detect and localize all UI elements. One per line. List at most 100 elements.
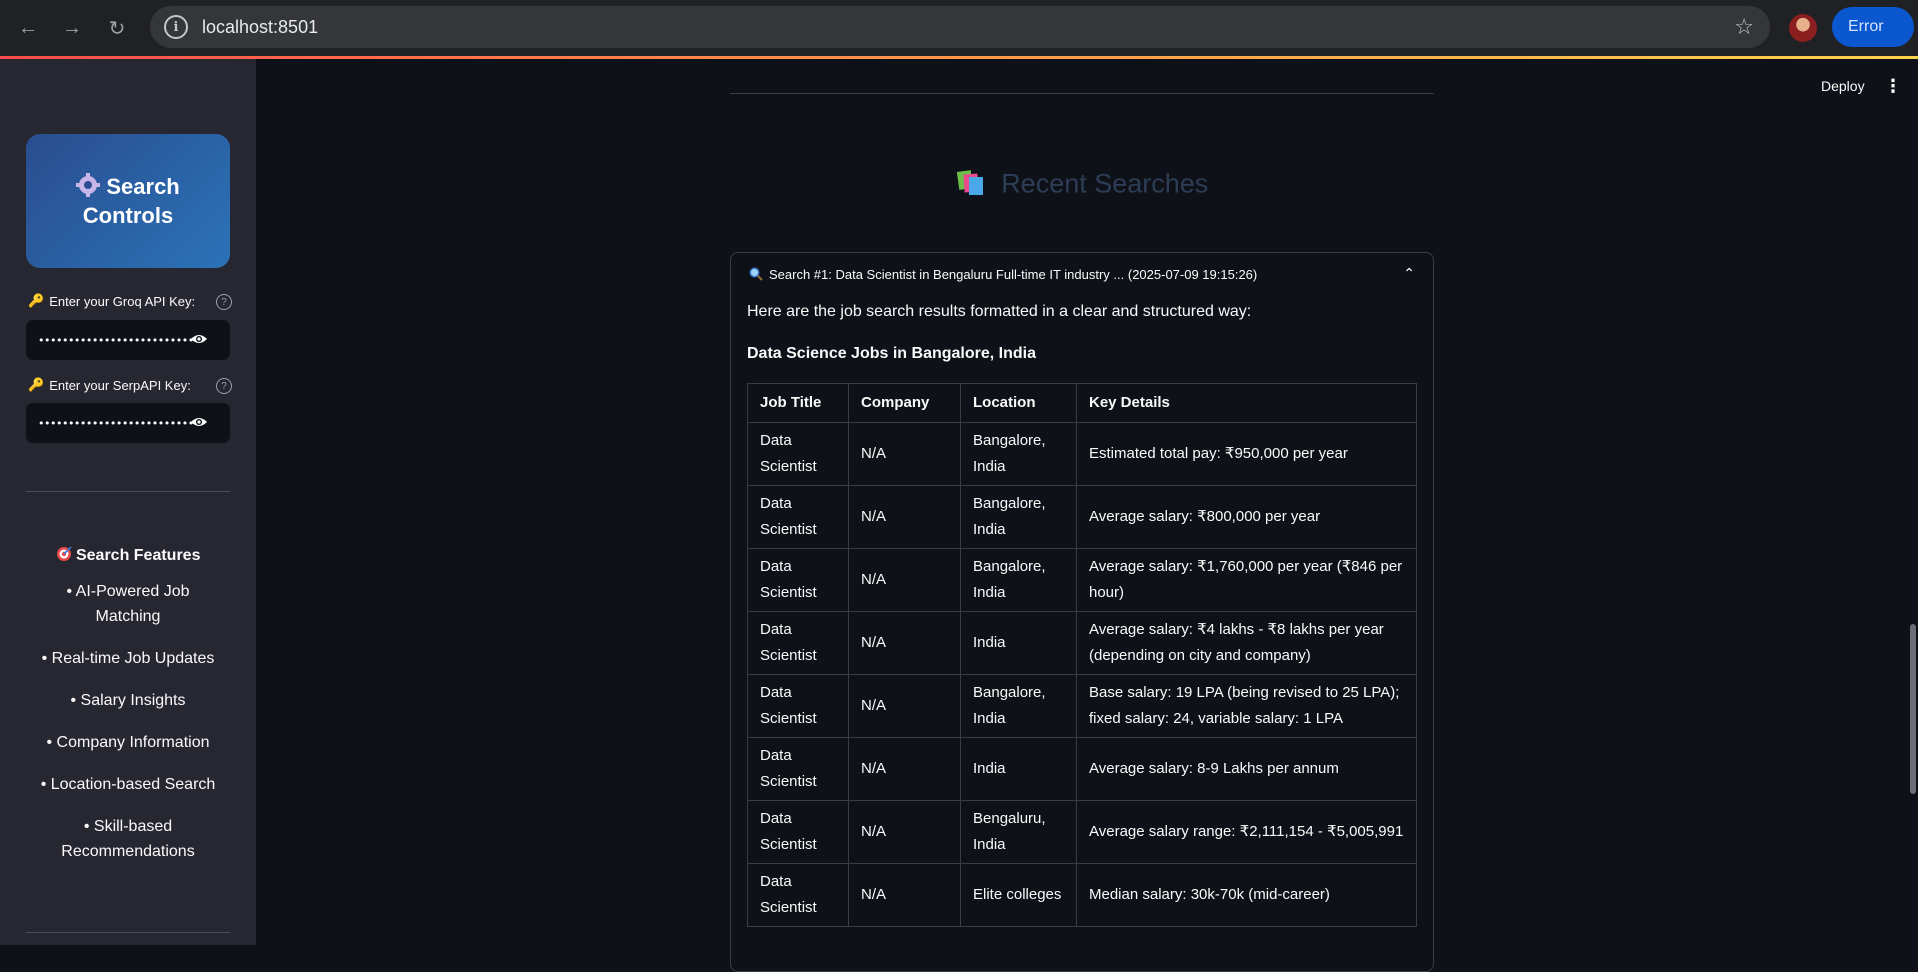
column-header: Key Details	[1076, 383, 1417, 423]
table-row: Data Scientist N/A Bangalore, India Esti…	[747, 422, 1417, 486]
section-divider	[730, 93, 1434, 94]
details-cell: Average salary: ₹1,760,000 per year (₹84…	[1076, 548, 1417, 612]
sidebar-divider	[26, 491, 230, 492]
sidebar-divider	[26, 932, 230, 933]
company-cell: N/A	[848, 737, 961, 801]
groq-key-value[interactable]: ••••••••••••••••••••••••••••	[38, 334, 206, 347]
job-title-cell: Data Scientist	[747, 422, 849, 486]
feature-item: • Company Information	[46, 734, 210, 751]
recent-searches-heading: Recent Searches	[730, 168, 1434, 203]
address-bar[interactable]: i localhost:8501 ☆	[150, 6, 1770, 48]
feature-item: • Real-time Job Updates	[41, 650, 215, 667]
magnifier-icon	[749, 267, 763, 282]
profile-avatar[interactable]	[1789, 14, 1817, 42]
serp-key-label-row: 🔑 Enter your SerpAPI Key: ?	[28, 377, 232, 394]
key-icon: 🔑	[28, 293, 45, 308]
table-row: Data Scientist N/A Elite colleges Median…	[747, 863, 1417, 927]
table-row: Data Scientist N/A India Average salary:…	[747, 611, 1417, 675]
show-password-icon[interactable]	[190, 333, 208, 345]
job-title-cell: Data Scientist	[747, 800, 849, 864]
table-row: Data Scientist N/A India Average salary:…	[747, 737, 1417, 801]
target-icon	[56, 546, 76, 564]
forward-icon[interactable]: →	[58, 14, 86, 42]
location-cell: Bangalore, India	[960, 548, 1077, 612]
details-cell: Average salary range: ₹2,111,154 - ₹5,00…	[1076, 800, 1417, 864]
feature-item: • Salary Insights	[70, 692, 186, 709]
serp-key-input[interactable]: ••••••••••••••••••••••••••••	[26, 403, 230, 443]
company-cell: N/A	[848, 485, 961, 549]
browser-toolbar: ← → ↻ i localhost:8501 ☆ Error	[0, 0, 1918, 56]
column-header: Location	[960, 383, 1077, 423]
company-cell: N/A	[848, 548, 961, 612]
features-title-row: Search Features	[26, 546, 230, 565]
location-cell: Elite colleges	[960, 863, 1077, 927]
bookmark-star-icon[interactable]: ☆	[1734, 14, 1754, 40]
site-info-icon[interactable]: i	[164, 15, 188, 39]
location-cell: Bangalore, India	[960, 485, 1077, 549]
serp-key-value[interactable]: ••••••••••••••••••••••••••••	[38, 417, 206, 430]
company-cell: N/A	[848, 422, 961, 486]
sidebar: Search Controls 🔑 Enter your Groq API Ke…	[0, 59, 256, 945]
location-cell: Bangalore, India	[960, 422, 1077, 486]
details-cell: Average salary: ₹800,000 per year	[1076, 485, 1417, 549]
loading-bar	[0, 56, 1918, 59]
show-password-icon[interactable]	[190, 416, 208, 428]
job-title-cell: Data Scientist	[747, 611, 849, 675]
serp-key-label: Enter your SerpAPI Key:	[49, 377, 191, 393]
help-icon[interactable]: ?	[216, 294, 232, 310]
chevron-up-icon[interactable]: ⌃	[1403, 265, 1415, 282]
table-row: Data Scientist N/A Bengaluru, India Aver…	[747, 800, 1417, 864]
recent-searches-title: Recent Searches	[1001, 168, 1209, 199]
location-cell: Bengaluru, India	[960, 800, 1077, 864]
groq-key-input[interactable]: ••••••••••••••••••••••••••••	[26, 320, 230, 360]
results-subheading: Data Science Jobs in Bangalore, India	[747, 345, 1036, 362]
reload-icon[interactable]: ↻	[103, 14, 131, 42]
details-cell: Estimated total pay: ₹950,000 per year	[1076, 422, 1417, 486]
expander-title[interactable]: Search #1: Data Scientist in Bengaluru F…	[769, 267, 1257, 282]
location-cell: India	[960, 611, 1077, 675]
table-header-row: Job Title Company Location Key Details	[747, 383, 1417, 423]
table-row: Data Scientist N/A Bangalore, India Aver…	[747, 548, 1417, 612]
help-icon[interactable]: ?	[216, 378, 232, 394]
details-cell: Median salary: 30k-70k (mid-career)	[1076, 863, 1417, 927]
main-menu-icon[interactable]: ⋮	[1884, 77, 1902, 95]
back-icon[interactable]: ←	[14, 14, 42, 42]
expander-header[interactable]: Search #1: Data Scientist in Bengaluru F…	[749, 267, 1257, 282]
gear-icon	[76, 173, 106, 199]
company-cell: N/A	[848, 863, 961, 927]
job-title-cell: Data Scientist	[747, 674, 849, 738]
job-title-cell: Data Scientist	[747, 737, 849, 801]
details-cell: Average salary: 8-9 Lakhs per annum	[1076, 737, 1417, 801]
search-features: Search Features • AI-Powered Job Matchin…	[26, 546, 230, 881]
groq-key-label: Enter your Groq API Key:	[49, 293, 196, 309]
feature-item: • Location-based Search	[40, 776, 216, 793]
books-icon	[956, 168, 986, 203]
job-title-cell: Data Scientist	[747, 548, 849, 612]
feature-item: • Skill-based Recommendations	[61, 818, 195, 860]
company-cell: N/A	[848, 800, 961, 864]
features-title: Search Features	[75, 547, 201, 564]
search-controls-card: Search Controls	[26, 134, 230, 268]
table-row: Data Scientist N/A Bangalore, India Aver…	[747, 485, 1417, 549]
company-cell: N/A	[848, 674, 961, 738]
error-button[interactable]: Error	[1832, 7, 1914, 47]
feature-item: • AI-Powered Job Matching	[66, 583, 190, 625]
column-header: Job Title	[747, 383, 849, 423]
job-title-cell: Data Scientist	[747, 863, 849, 927]
scrollbar-thumb[interactable]	[1910, 624, 1916, 794]
deploy-button[interactable]: Deploy	[1821, 78, 1865, 94]
location-cell: Bangalore, India	[960, 674, 1077, 738]
url-text[interactable]: localhost:8501	[202, 17, 318, 38]
results-intro: Here are the job search results formatte…	[747, 303, 1252, 320]
details-cell: Base salary: 19 LPA (being revised to 25…	[1076, 674, 1417, 738]
scrollbar[interactable]	[1908, 59, 1918, 945]
table-row: Data Scientist N/A Bangalore, India Base…	[747, 674, 1417, 738]
location-cell: India	[960, 737, 1077, 801]
card-title-line2: Controls	[82, 203, 174, 228]
job-title-cell: Data Scientist	[747, 485, 849, 549]
card-title-line1: Search	[106, 174, 180, 199]
jobs-table: Job Title Company Location Key Details D…	[747, 383, 1417, 927]
key-icon: 🔑	[28, 377, 45, 392]
details-cell: Average salary: ₹4 lakhs - ₹8 lakhs per …	[1076, 611, 1417, 675]
search-expander: Search #1: Data Scientist in Bengaluru F…	[730, 252, 1434, 972]
